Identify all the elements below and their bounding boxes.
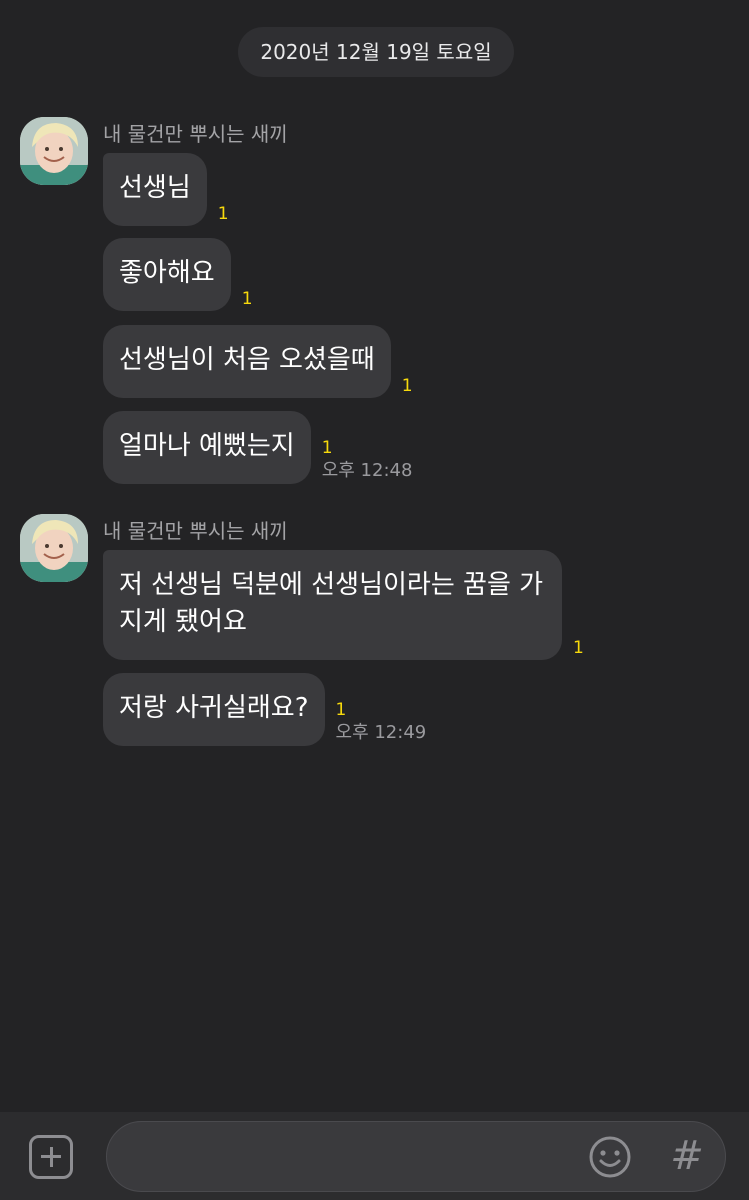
- message-bubble[interactable]: 저랑 사귀실래요?: [103, 673, 325, 746]
- smiley-icon[interactable]: [588, 1135, 632, 1179]
- message-meta: 1: [402, 376, 413, 396]
- message-row: 선생님 1: [103, 153, 229, 226]
- message-meta: 1: [242, 289, 253, 309]
- message-row: 좋아해요 1: [103, 238, 253, 311]
- message-row: 저 선생님 덕분에 선생님이라는 꿈을 가지게 됐어요 1: [103, 550, 584, 660]
- unread-count: 1: [217, 204, 229, 224]
- unread-count: 1: [573, 638, 584, 658]
- sender-name: 내 물건만 뿌시는 새끼: [103, 519, 288, 543]
- unread-count: 1: [401, 376, 413, 396]
- message-meta: 1: [218, 204, 229, 224]
- message-meta: 1 오후 12:48: [322, 438, 413, 482]
- chat-screen: 2020년 12월 19일 토요일 내 물건만 뿌시는 새끼 선생님 1 좋아해…: [0, 0, 749, 1200]
- message-bubble[interactable]: 얼마나 예뻤는지: [103, 411, 311, 484]
- avatar-image: [20, 514, 88, 582]
- message-meta: 1 오후 12:49: [336, 700, 427, 744]
- unread-count: 1: [241, 289, 253, 309]
- message-bubble[interactable]: 선생님이 처음 오셨을때: [103, 325, 391, 398]
- message-row: 선생님이 처음 오셨을때 1: [103, 325, 413, 398]
- avatar[interactable]: [20, 117, 88, 185]
- message-bubble[interactable]: 선생님: [103, 153, 207, 226]
- message-time: 오후 12:49: [335, 722, 427, 743]
- message-input[interactable]: [106, 1121, 726, 1192]
- message-row: 얼마나 예뻤는지 1 오후 12:48: [103, 411, 412, 484]
- unread-count: 1: [321, 438, 333, 458]
- avatar-image: [20, 117, 88, 185]
- message-bubble[interactable]: 저 선생님 덕분에 선생님이라는 꿈을 가지게 됐어요: [103, 550, 562, 660]
- plus-square-icon[interactable]: [29, 1135, 73, 1179]
- message-time: 오후 12:48: [321, 460, 413, 481]
- unread-count: 1: [335, 700, 347, 720]
- message-input-bar: #: [0, 1112, 749, 1200]
- hashtag-icon[interactable]: #: [667, 1132, 707, 1180]
- message-bubble[interactable]: 좋아해요: [103, 238, 231, 311]
- message-meta: 1: [573, 638, 584, 658]
- message-row: 저랑 사귀실래요? 1 오후 12:49: [103, 673, 426, 746]
- date-divider: 2020년 12월 19일 토요일: [238, 27, 514, 77]
- avatar[interactable]: [20, 514, 88, 582]
- sender-name: 내 물건만 뿌시는 새끼: [103, 122, 288, 146]
